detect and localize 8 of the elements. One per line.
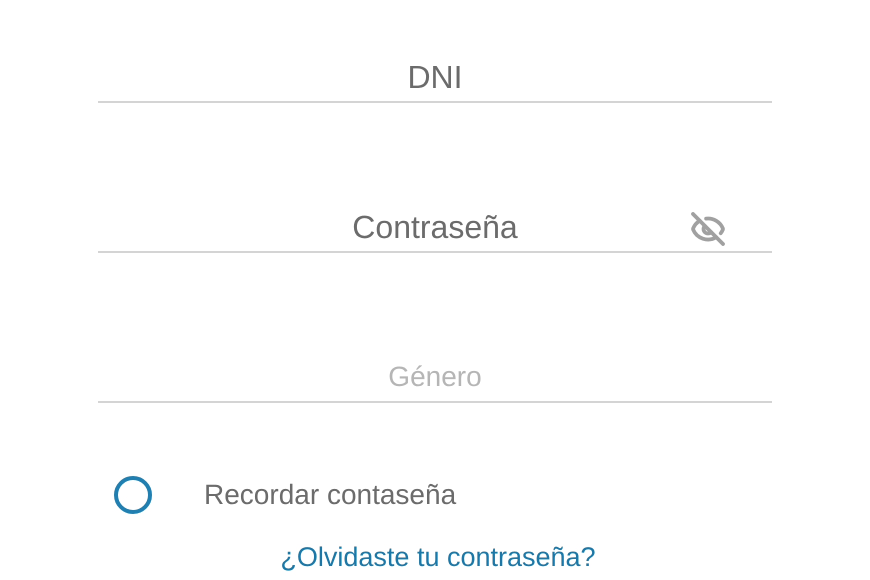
gender-field[interactable]: Género: [98, 353, 772, 403]
eye-off-icon: [690, 211, 726, 247]
dni-field[interactable]: DNI: [98, 53, 772, 103]
forgot-password-link[interactable]: ¿Olvidaste tu contraseña?: [280, 537, 596, 578]
password-field[interactable]: Contraseña: [98, 203, 772, 253]
remember-label: Recordar contaseña: [204, 478, 456, 512]
toggle-visibility-button[interactable]: [690, 211, 726, 247]
remember-radio[interactable]: [114, 476, 152, 514]
